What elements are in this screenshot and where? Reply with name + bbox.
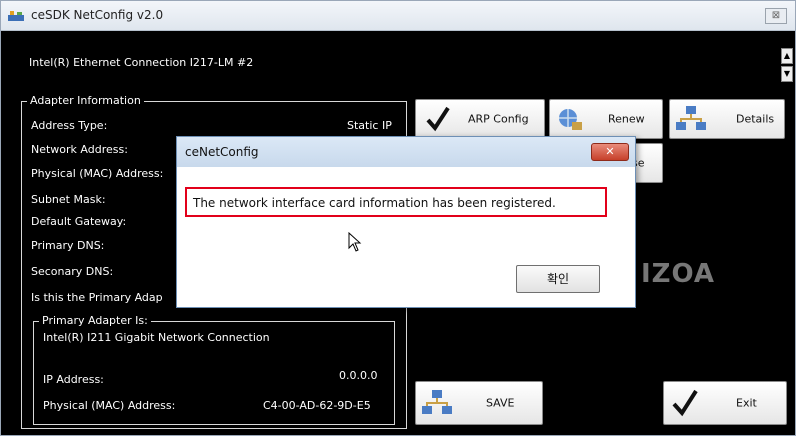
- mac-address-label: Physical (MAC) Address:: [31, 167, 164, 180]
- arp-config-label: ARP Config: [468, 112, 529, 126]
- address-type-label: Address Type:: [31, 119, 108, 132]
- primary-adapter-label: Primary Adapter Is:: [39, 314, 151, 327]
- arp-config-button[interactable]: ARP Config: [415, 99, 545, 139]
- checkmark-icon: [672, 389, 698, 417]
- ip-address-label: IP Address:: [43, 373, 104, 386]
- primary-dns-label: Primary DNS:: [31, 239, 105, 252]
- address-type-value: Static IP: [347, 119, 392, 132]
- primary-adapter-name: Intel(R) I211 Gigabit Network Connection: [43, 331, 270, 344]
- exit-button[interactable]: Exit: [663, 381, 787, 425]
- dialog-message: The network interface card information h…: [185, 187, 607, 217]
- default-gateway-label: Default Gateway:: [31, 215, 127, 228]
- is-primary-label: Is this the Primary Adap: [31, 291, 163, 304]
- details-button[interactable]: Details: [669, 99, 785, 139]
- dialog-title: ceNetConfig: [185, 145, 259, 159]
- title-bar: ceSDK NetConfig v2.0 ⊠: [1, 1, 795, 31]
- ok-button[interactable]: 확인: [516, 265, 600, 293]
- save-label: SAVE: [486, 396, 515, 410]
- adapter-selector[interactable]: Intel(R) Ethernet Connection I217-LM #2: [29, 56, 253, 69]
- message-dialog: ceNetConfig ✕ The network interface card…: [176, 136, 636, 308]
- vendor-logo: IZOA: [641, 259, 716, 289]
- exit-label: Exit: [736, 396, 757, 410]
- window-close-button[interactable]: ⊠: [765, 8, 787, 24]
- network-address-label: Network Address:: [31, 143, 128, 156]
- dialog-title-bar: ceNetConfig ✕: [177, 137, 635, 167]
- mac-address-label-2: Physical (MAC) Address:: [43, 399, 176, 412]
- checkmark-icon: [426, 106, 450, 132]
- mac-address-value: C4-00-AD-62-9D-E5: [263, 399, 371, 412]
- renew-button[interactable]: Renew: [549, 99, 663, 139]
- secondary-dns-label: Seconary DNS:: [31, 265, 114, 278]
- network-computers-icon: [422, 390, 452, 414]
- mouse-cursor-icon: [348, 232, 362, 252]
- spin-up-button[interactable]: ▲: [781, 48, 793, 64]
- subnet-mask-label: Subnet Mask:: [31, 193, 106, 206]
- network-computers-icon: [676, 106, 706, 130]
- details-label: Details: [736, 112, 775, 126]
- dialog-close-button[interactable]: ✕: [591, 143, 629, 161]
- window-title: ceSDK NetConfig v2.0: [31, 8, 164, 22]
- network-globe-icon: [559, 109, 582, 130]
- network-app-icon: [8, 11, 24, 21]
- spin-down-button[interactable]: ▼: [781, 66, 793, 82]
- adapter-info-label: Adapter Information: [27, 94, 144, 107]
- ip-address-value: 0.0.0.0: [339, 369, 378, 382]
- save-button[interactable]: SAVE: [415, 381, 543, 425]
- renew-label: Renew: [608, 112, 645, 126]
